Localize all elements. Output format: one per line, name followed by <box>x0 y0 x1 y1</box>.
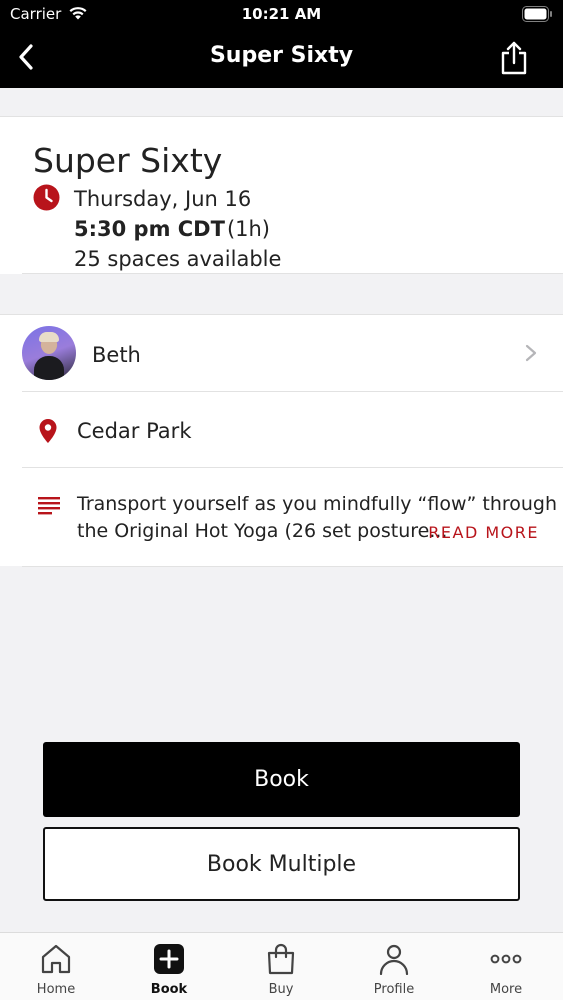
description-icon <box>38 497 60 515</box>
class-details-list: Beth Cedar Park Transport yourself as yo… <box>0 314 563 567</box>
description-text-line2: the Original Hot Yoga (26 set posture... <box>77 520 448 542</box>
share-icon[interactable] <box>499 40 529 76</box>
location-row: Cedar Park <box>0 392 563 468</box>
class-time-row: 5:30 pm CDT(1h) <box>74 217 270 241</box>
tab-label: Home <box>36 982 76 997</box>
book-multiple-button[interactable]: Book Multiple <box>43 827 520 901</box>
shopping-bag-icon <box>267 943 295 975</box>
tab-profile[interactable]: Profile <box>338 933 450 1000</box>
tab-buy[interactable]: Buy <box>225 933 337 1000</box>
instructor-row[interactable]: Beth <box>0 315 563 391</box>
instructor-name: Beth <box>92 343 141 367</box>
app-header: Carrier 10:21 AM Super Sixty <box>0 0 563 88</box>
clock-icon <box>33 184 60 211</box>
tab-more[interactable]: More <box>450 933 562 1000</box>
class-duration: (1h) <box>226 217 270 241</box>
description-row: Transport yourself as you mindfully “flo… <box>0 468 563 566</box>
spaces-available: 25 spaces available <box>74 247 282 271</box>
class-title: Super Sixty <box>33 141 223 180</box>
person-icon <box>379 944 409 975</box>
avatar <box>22 326 76 380</box>
location-name: Cedar Park <box>77 419 192 443</box>
chevron-right-icon <box>525 344 537 362</box>
status-time: 10:21 AM <box>241 5 322 23</box>
location-pin-icon <box>39 419 57 443</box>
divider <box>22 273 563 274</box>
tab-bar: Home Book Buy Profile More <box>0 932 563 1000</box>
class-time: 5:30 pm CDT <box>74 217 225 241</box>
tab-label: Buy <box>268 982 294 997</box>
page-title: Super Sixty <box>209 43 354 68</box>
tab-book[interactable]: Book <box>113 933 225 1000</box>
more-dots-icon <box>490 954 522 964</box>
divider <box>22 566 563 567</box>
tab-label: Book <box>150 982 188 997</box>
battery-icon <box>522 6 552 22</box>
tab-label: More <box>489 982 523 997</box>
description-text-line1: Transport yourself as you mindfully “flo… <box>77 493 558 515</box>
read-more-link[interactable]: READ MORE <box>428 523 539 542</box>
tab-home[interactable]: Home <box>0 933 112 1000</box>
home-icon <box>41 944 71 974</box>
tab-label: Profile <box>373 982 415 997</box>
status-bar: Carrier 10:21 AM <box>0 0 563 30</box>
class-date: Thursday, Jun 16 <box>74 187 252 211</box>
plus-square-icon <box>154 944 184 974</box>
book-button[interactable]: Book <box>43 742 520 817</box>
class-info-card: Super Sixty Thursday, Jun 16 5:30 pm CDT… <box>0 116 563 274</box>
